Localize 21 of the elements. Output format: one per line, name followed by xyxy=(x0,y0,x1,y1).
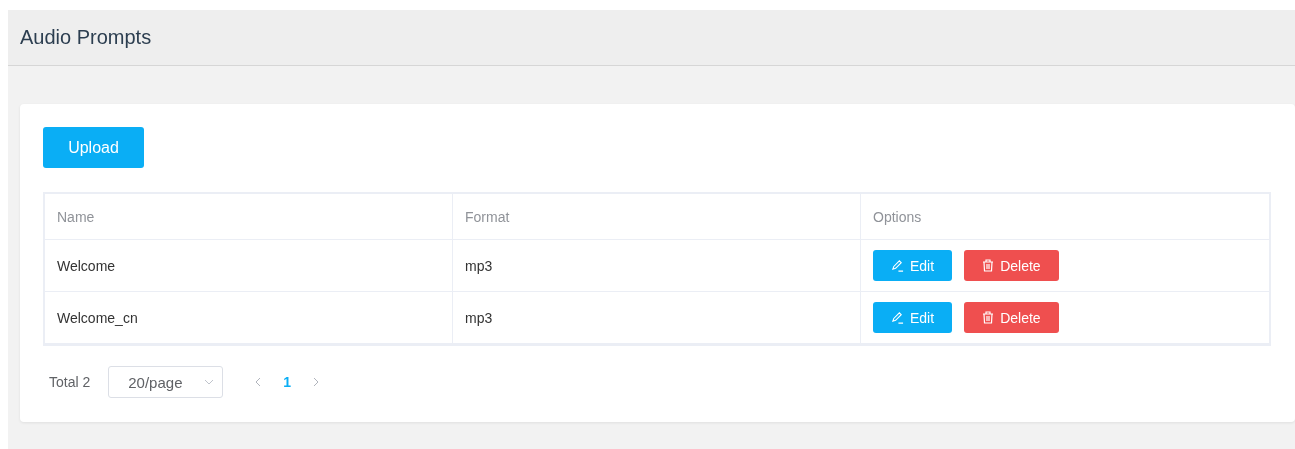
page-title: Audio Prompts xyxy=(20,26,152,49)
pencil-icon xyxy=(891,311,904,324)
delete-button[interactable]: Delete xyxy=(964,250,1059,281)
edit-button[interactable]: Edit xyxy=(873,250,953,281)
table-cell: mp3 xyxy=(453,292,861,344)
column-header: Format xyxy=(453,194,861,240)
total-count: Total 2 xyxy=(49,374,91,390)
page-size-select[interactable]: 20/page xyxy=(108,366,224,398)
page-number[interactable]: 1 xyxy=(263,374,312,390)
table-cell: Welcome_cn xyxy=(45,292,453,344)
chevron-down-icon xyxy=(204,377,215,387)
pencil-icon xyxy=(891,259,904,272)
table-cell: Welcome xyxy=(45,240,453,292)
upload-button[interactable]: Upload xyxy=(43,127,144,168)
delete-button[interactable]: Delete xyxy=(964,302,1059,333)
trash-icon xyxy=(982,311,995,324)
edit-button[interactable]: Edit xyxy=(873,302,953,333)
column-header: Name xyxy=(45,194,453,240)
trash-icon xyxy=(982,259,995,272)
column-header: Options xyxy=(861,194,1269,240)
table-cell: mp3 xyxy=(453,240,861,292)
